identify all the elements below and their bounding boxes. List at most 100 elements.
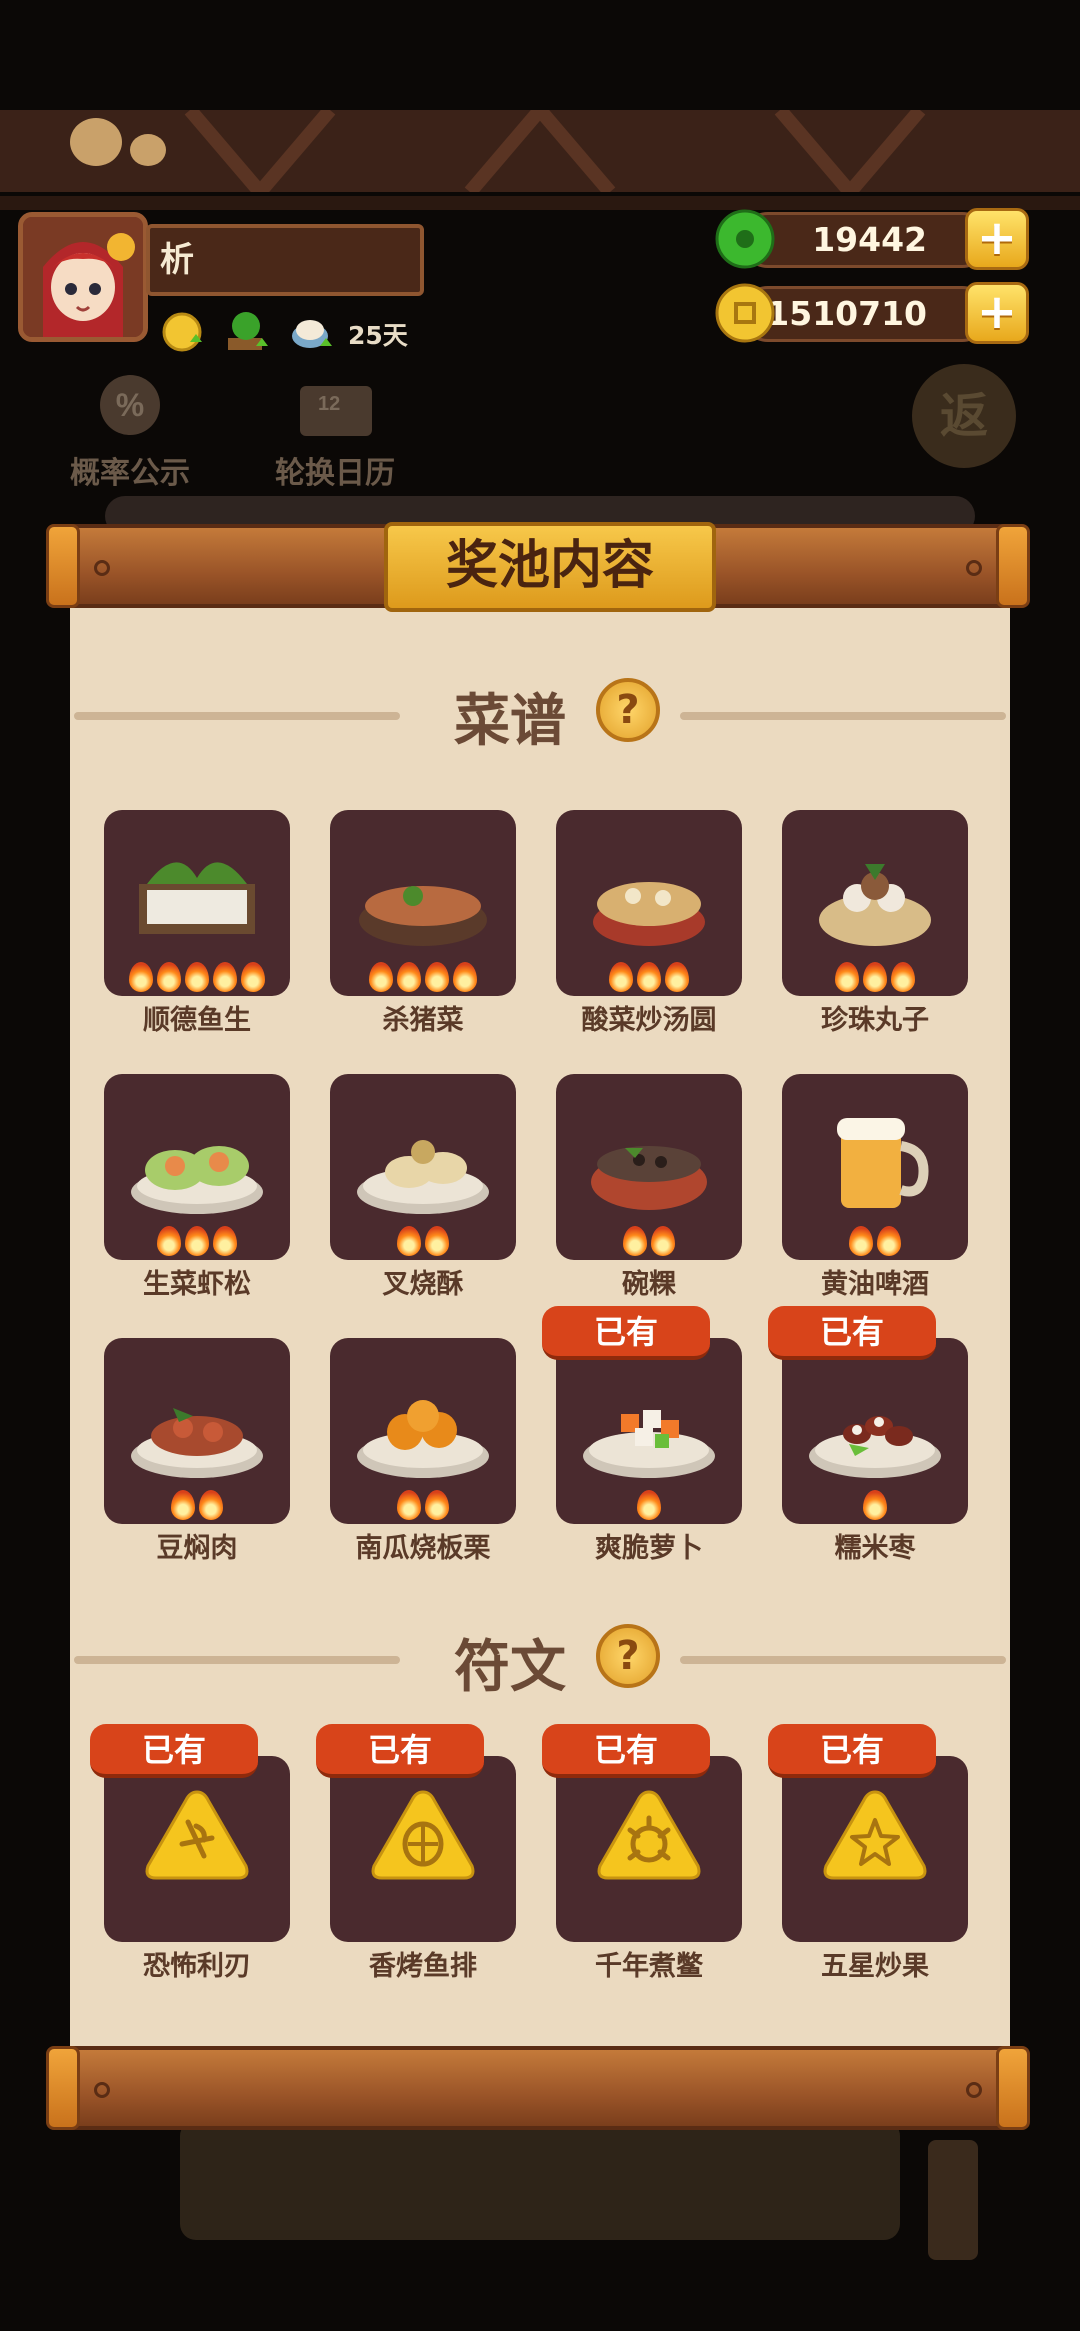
- rune-item[interactable]: 香烤鱼排 已有: [316, 1724, 516, 1996]
- rarity-flames: [104, 1490, 290, 1520]
- flame-icon: [369, 962, 393, 992]
- rarity-flames: [782, 1226, 968, 1256]
- recipe-item[interactable]: 生菜虾松: [104, 1074, 290, 1314]
- flame-icon: [185, 1226, 209, 1256]
- recipe-item[interactable]: 碗粿: [556, 1074, 742, 1314]
- owned-badge: 已有: [768, 1306, 936, 1360]
- recipe-item[interactable]: 糯米枣 已有: [768, 1306, 968, 1578]
- fish-rune-icon: [371, 1790, 475, 1880]
- rune-name: 千年煮鳖: [595, 1951, 703, 1982]
- flame-icon: [397, 962, 421, 992]
- owned-badge: 已有: [316, 1724, 484, 1778]
- flame-icon: [213, 962, 237, 992]
- flame-icon: [637, 1490, 661, 1520]
- star-rune-icon: [823, 1790, 927, 1880]
- dumpling-bowl-icon: [593, 882, 705, 946]
- flame-icon: [623, 1226, 647, 1256]
- flame-icon: [863, 1490, 887, 1520]
- beer-mug-icon: [837, 1118, 929, 1208]
- recipe-item[interactable]: 豆焖肉: [104, 1338, 290, 1578]
- recipe-item[interactable]: 珍珠丸子: [782, 810, 968, 1050]
- owned-badge: 已有: [542, 1724, 710, 1778]
- recipe-name: 杀猪菜: [382, 1005, 464, 1036]
- recipe-name: 顺德鱼生: [143, 1005, 251, 1036]
- rarity-flames: [330, 962, 516, 992]
- recipe-item[interactable]: 南瓜烧板栗: [330, 1338, 516, 1578]
- rarity-flames: [782, 1490, 968, 1520]
- flame-icon: [877, 1226, 901, 1256]
- flame-icon: [849, 1226, 873, 1256]
- rune-item[interactable]: 五星炒果 已有: [768, 1724, 968, 1996]
- prize-pool-title: 奖池内容: [384, 522, 716, 612]
- flame-icon: [835, 962, 859, 992]
- rarity-flames: [782, 962, 968, 992]
- recipe-name: 南瓜烧板栗: [355, 1533, 491, 1564]
- recipe-item[interactable]: 顺德鱼生: [104, 810, 290, 1050]
- recipe-name: 珍珠丸子: [821, 1005, 929, 1036]
- runes-section-title: 符文: [454, 1635, 566, 1700]
- flame-icon: [157, 1226, 181, 1256]
- rune-name: 恐怖利刃: [143, 1951, 251, 1982]
- flame-icon: [213, 1226, 237, 1256]
- flame-icon: [129, 962, 153, 992]
- pumpkin-chestnut-icon: [357, 1400, 489, 1478]
- flame-icon: [609, 962, 633, 992]
- rarity-flames: [330, 1226, 516, 1256]
- flame-icon: [241, 962, 265, 992]
- recipe-name: 黄油啤酒: [821, 1269, 929, 1300]
- rarity-flames: [556, 1490, 742, 1520]
- flame-icon: [199, 1490, 223, 1520]
- fish-dish-icon: [139, 862, 255, 934]
- flame-icon: [425, 1490, 449, 1520]
- rune-name: 五星炒果: [821, 1951, 929, 1982]
- owned-badge: 已有: [542, 1306, 710, 1360]
- pork-stew-icon: [359, 886, 487, 946]
- flame-icon: [397, 1226, 421, 1256]
- flame-icon: [425, 1226, 449, 1256]
- flame-icon: [863, 962, 887, 992]
- rune-name: 香烤鱼排: [369, 1951, 477, 1982]
- recipe-item[interactable]: 酸菜炒汤圆: [556, 810, 742, 1050]
- radish-plate-icon: [583, 1410, 715, 1478]
- rarity-flames: [556, 962, 742, 992]
- flame-icon: [185, 962, 209, 992]
- recipe-item[interactable]: 杀猪菜: [330, 810, 516, 1050]
- recipes-help-icon[interactable]: ?: [596, 678, 660, 742]
- recipe-name: 酸菜炒汤圆: [581, 1005, 717, 1036]
- flame-icon: [637, 962, 661, 992]
- flame-icon: [891, 962, 915, 992]
- scroll-bottom-roller: [46, 2046, 1030, 2130]
- flame-icon: [425, 962, 449, 992]
- recipe-name: 碗粿: [622, 1269, 676, 1300]
- recipe-name: 豆焖肉: [156, 1533, 238, 1564]
- flame-icon: [453, 962, 477, 992]
- recipe-name: 糯米枣: [834, 1533, 916, 1564]
- recipe-name: 生菜虾松: [143, 1269, 251, 1300]
- flame-icon: [171, 1490, 195, 1520]
- rarity-flames: [556, 1226, 742, 1256]
- recipe-item[interactable]: 叉烧酥: [330, 1074, 516, 1314]
- rune-item[interactable]: 恐怖利刃 已有: [90, 1724, 290, 1996]
- date-plate-icon: [809, 1416, 941, 1478]
- recipe-name: 爽脆萝卜: [595, 1533, 703, 1564]
- owned-badge: 已有: [768, 1724, 936, 1778]
- flame-icon: [397, 1490, 421, 1520]
- rune-item[interactable]: 千年煮鳖 已有: [542, 1724, 742, 1996]
- runes-help-icon[interactable]: ?: [596, 1624, 660, 1688]
- recipe-item[interactable]: 爽脆萝卜 已有: [542, 1306, 742, 1578]
- bowl-cake-icon: [591, 1146, 707, 1210]
- recipes-section-title: 菜谱: [454, 689, 566, 754]
- bean-meat-icon: [131, 1408, 263, 1478]
- rarity-flames: [104, 1226, 290, 1256]
- rarity-flames: [330, 1490, 516, 1520]
- flame-icon: [157, 962, 181, 992]
- recipe-item[interactable]: 黄油啤酒: [782, 1074, 968, 1314]
- rarity-flames: [104, 962, 290, 992]
- blade-rune-icon: [145, 1790, 249, 1880]
- recipe-name: 叉烧酥: [382, 1269, 464, 1300]
- flame-icon: [651, 1226, 675, 1256]
- lettuce-shrimp-icon: [131, 1146, 263, 1214]
- pastry-icon: [357, 1140, 489, 1214]
- flame-icon: [665, 962, 689, 992]
- turtle-rune-icon: [597, 1790, 701, 1880]
